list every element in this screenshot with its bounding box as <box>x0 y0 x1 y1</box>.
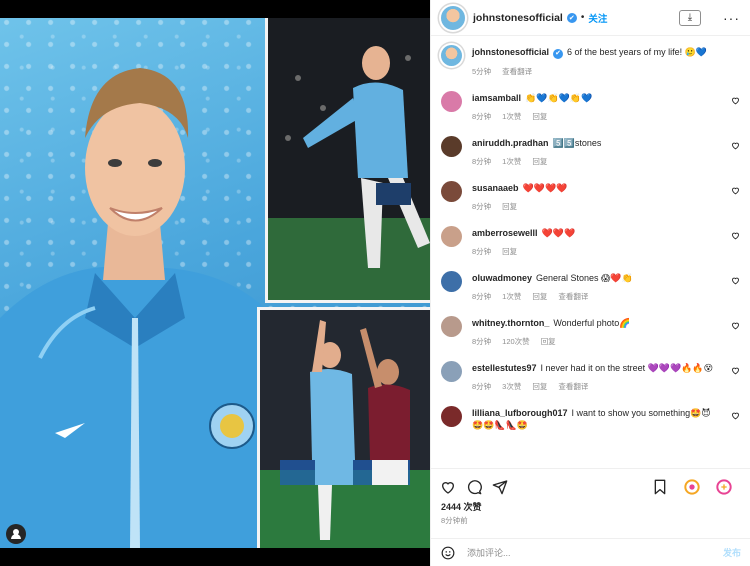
author-avatar[interactable] <box>441 5 465 30</box>
caption-time: 5分钟 <box>472 67 492 76</box>
celebration-photo-1 <box>268 18 430 300</box>
follow-button[interactable]: 关注 <box>588 11 607 25</box>
like-icon[interactable] <box>439 478 457 496</box>
comment-time: 8分钟 <box>472 157 492 166</box>
comment-item: oluwadmoney General Stones 😱❤️👏 8分钟 1次赞 回复 查看… <box>441 269 740 302</box>
commenter-username[interactable]: amberrosewelll <box>472 228 538 238</box>
extension-pink-icon[interactable] <box>715 478 733 496</box>
commenter-username[interactable]: susanaaeb <box>472 183 519 193</box>
commenter-avatar[interactable] <box>441 406 462 427</box>
comment-text: 5️⃣5️⃣stones <box>552 138 602 148</box>
comments-list[interactable]: johnstonesofficial ✔ 6 of the best years o… <box>431 36 750 464</box>
comment-text: Wonderful photo🌈 <box>553 318 631 328</box>
comment-text: ❤️❤️❤️ <box>541 228 576 238</box>
action-bar <box>431 468 750 498</box>
tagged-users-icon[interactable] <box>6 524 26 544</box>
author-username[interactable]: johnstonesofficial <box>473 12 563 24</box>
portrait-photo <box>0 18 265 548</box>
comment-time: 8分钟 <box>472 382 492 391</box>
reply-button[interactable]: 回复 <box>532 291 547 302</box>
verified-badge-icon: ✔ <box>566 12 577 23</box>
caption-username[interactable]: johnstonesofficial <box>472 47 549 57</box>
emoji-icon[interactable] <box>441 546 455 560</box>
save-bookmark-icon[interactable] <box>651 478 669 496</box>
verified-badge-icon: ✔ <box>553 49 564 59</box>
add-comment-bar: 发布 <box>431 538 750 566</box>
extension-orange-icon[interactable] <box>683 478 701 496</box>
post-time: 8分钟前 <box>441 516 468 525</box>
comment-item: iamsamball 👏💙👏💙👏💙 8分钟 1次赞 回复 <box>441 89 740 122</box>
comment-time: 8分钟 <box>472 247 492 256</box>
reply-button[interactable]: 回复 <box>532 381 547 392</box>
comment-input[interactable] <box>467 547 723 558</box>
comment-time: 8分钟 <box>472 202 492 211</box>
comment-time: 8分钟 <box>472 337 492 346</box>
commenter-avatar[interactable] <box>441 136 462 157</box>
comment-text: ❤️❤️❤️❤️ <box>522 183 568 193</box>
commenter-avatar[interactable] <box>441 226 462 247</box>
commenter-avatar[interactable] <box>441 271 462 292</box>
comment-like-count[interactable]: 1次赞 <box>502 156 521 167</box>
comment-time: 8分钟 <box>472 112 492 121</box>
comment-item: whitney.thornton_ Wonderful photo🌈 8分钟 120次… <box>441 314 740 347</box>
reply-button[interactable]: 回复 <box>541 336 556 347</box>
post-sidebar: johnstonesofficial ✔ • 关注 ⤓ ··· johnston… <box>430 0 750 566</box>
comment-text: 👏💙👏💙👏💙 <box>525 93 593 103</box>
comment-like-icon[interactable] <box>731 276 740 285</box>
comment-like-icon[interactable] <box>731 411 740 420</box>
celebration-photo-2 <box>260 310 430 548</box>
caption-text: 6 of the best years of my life! 🥲💙 <box>567 47 707 57</box>
comment-text: General Stones 😱❤️👏 <box>536 273 633 283</box>
like-count[interactable]: 2444 次赞 <box>441 500 482 513</box>
reply-button[interactable]: 回复 <box>532 156 547 167</box>
see-translation-link[interactable]: 查看翻译 <box>558 381 588 392</box>
reply-button[interactable]: 回复 <box>502 201 517 212</box>
see-translation-link[interactable]: 查看翻译 <box>558 291 588 302</box>
comment-item: estellestutes97 I never had it on the str… <box>441 359 740 392</box>
commenter-username[interactable]: whitney.thornton_ <box>472 318 549 328</box>
commenter-username[interactable]: estellestutes97 <box>472 363 537 373</box>
caption-avatar[interactable] <box>441 45 462 66</box>
comment-like-count[interactable]: 1次赞 <box>502 291 521 302</box>
commenter-username[interactable]: iamsamball <box>472 93 521 103</box>
comment-like-icon[interactable] <box>731 186 740 195</box>
comment-icon[interactable] <box>465 478 483 496</box>
comment-item: amberrosewelll ❤️❤️❤️ 8分钟 回复 <box>441 224 740 257</box>
see-translation-link[interactable]: 查看翻译 <box>502 66 532 77</box>
share-icon[interactable] <box>491 478 509 496</box>
reply-button[interactable]: 回复 <box>532 111 547 122</box>
comment-like-count[interactable]: 120次赞 <box>502 336 530 347</box>
comment-like-icon[interactable] <box>731 321 740 330</box>
reply-button[interactable]: 回复 <box>502 246 517 257</box>
commenter-avatar[interactable] <box>441 361 462 382</box>
separator: • <box>580 12 585 23</box>
comment-like-icon[interactable] <box>731 96 740 105</box>
comment-like-icon[interactable] <box>731 141 740 150</box>
more-options-icon[interactable]: ··· <box>723 11 740 25</box>
comment-time: 8分钟 <box>472 292 492 301</box>
comment-text: I never had it on the street 💜💜💜🔥🔥😵 <box>540 363 714 373</box>
post-header: johnstonesofficial ✔ • 关注 ⤓ ··· <box>431 0 750 36</box>
post-comment-button[interactable]: 发布 <box>723 546 741 559</box>
commenter-username[interactable]: aniruddh.pradhan <box>472 138 549 148</box>
post-image[interactable] <box>0 0 430 566</box>
download-icon[interactable]: ⤓ <box>679 9 701 26</box>
commenter-username[interactable]: lilliana_lufborough017 <box>472 408 568 418</box>
photo-collage <box>0 18 430 548</box>
commenter-avatar[interactable] <box>441 181 462 202</box>
commenter-avatar[interactable] <box>441 316 462 337</box>
comment-item: susanaaeb ❤️❤️❤️❤️ 8分钟 回复 <box>441 179 740 212</box>
commenter-username[interactable]: oluwadmoney <box>472 273 532 283</box>
comment-like-count[interactable]: 1次赞 <box>502 111 521 122</box>
caption: johnstonesofficial ✔ 6 of the best years o… <box>441 43 740 77</box>
comment-like-icon[interactable] <box>731 366 740 375</box>
commenter-avatar[interactable] <box>441 91 462 112</box>
comment-item: lilliana_lufborough017 I want to show you… <box>441 404 740 431</box>
comment-like-count[interactable]: 3次赞 <box>502 381 521 392</box>
comment-item: aniruddh.pradhan 5️⃣5️⃣stones 8分钟 1次赞 回复 <box>441 134 740 167</box>
comment-like-icon[interactable] <box>731 231 740 240</box>
